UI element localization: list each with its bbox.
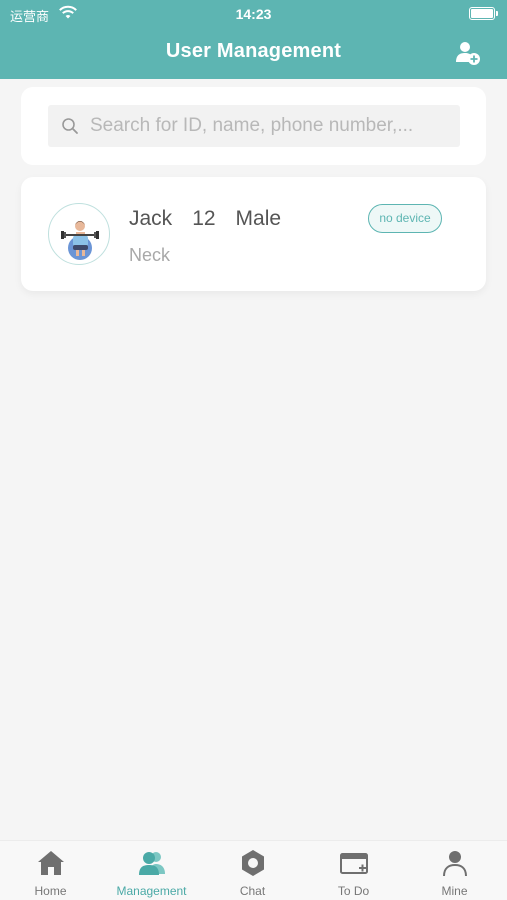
tab-chat[interactable]: Chat <box>202 841 303 900</box>
status-bar: 运营商 14:23 <box>0 0 507 28</box>
tab-label: Home <box>34 884 67 898</box>
search-card <box>21 87 486 165</box>
page-title: User Management <box>165 40 342 62</box>
add-user-icon[interactable] <box>455 40 481 66</box>
app-header: 运营商 14:23 User Management <box>0 0 507 79</box>
tab-management[interactable]: Management <box>101 841 202 900</box>
tab-home[interactable]: Home <box>0 841 101 900</box>
user-body-part: Neck <box>129 245 171 265</box>
home-icon <box>38 851 64 875</box>
search-box[interactable] <box>48 105 460 147</box>
tab-todo[interactable]: To Do <box>303 841 404 900</box>
chat-icon <box>242 850 264 876</box>
todo-icon <box>340 853 368 874</box>
tab-label: Mine <box>441 884 468 898</box>
user-age: 12 <box>192 207 216 230</box>
exercise-avatar-icon <box>61 221 99 260</box>
tab-label: To Do <box>337 884 370 898</box>
tab-bar: Home Management Chat To Do Mine <box>0 840 507 900</box>
users-icon <box>139 852 165 875</box>
user-summary: Jack 12 Male <box>129 207 301 231</box>
tab-mine[interactable]: Mine <box>404 841 505 900</box>
tab-label: Chat <box>239 884 266 898</box>
user-list-item[interactable]: Jack 12 Male Neck no device <box>21 177 486 291</box>
user-avatar <box>48 203 110 265</box>
person-icon <box>443 851 467 877</box>
battery-icon <box>469 7 498 20</box>
search-icon <box>62 118 78 134</box>
status-time: 14:23 <box>235 6 272 22</box>
device-status-badge: no device <box>368 204 442 233</box>
search-input[interactable] <box>90 105 455 147</box>
tab-label: Management <box>116 884 187 898</box>
user-gender: Male <box>235 207 282 230</box>
user-name: Jack <box>129 207 173 230</box>
